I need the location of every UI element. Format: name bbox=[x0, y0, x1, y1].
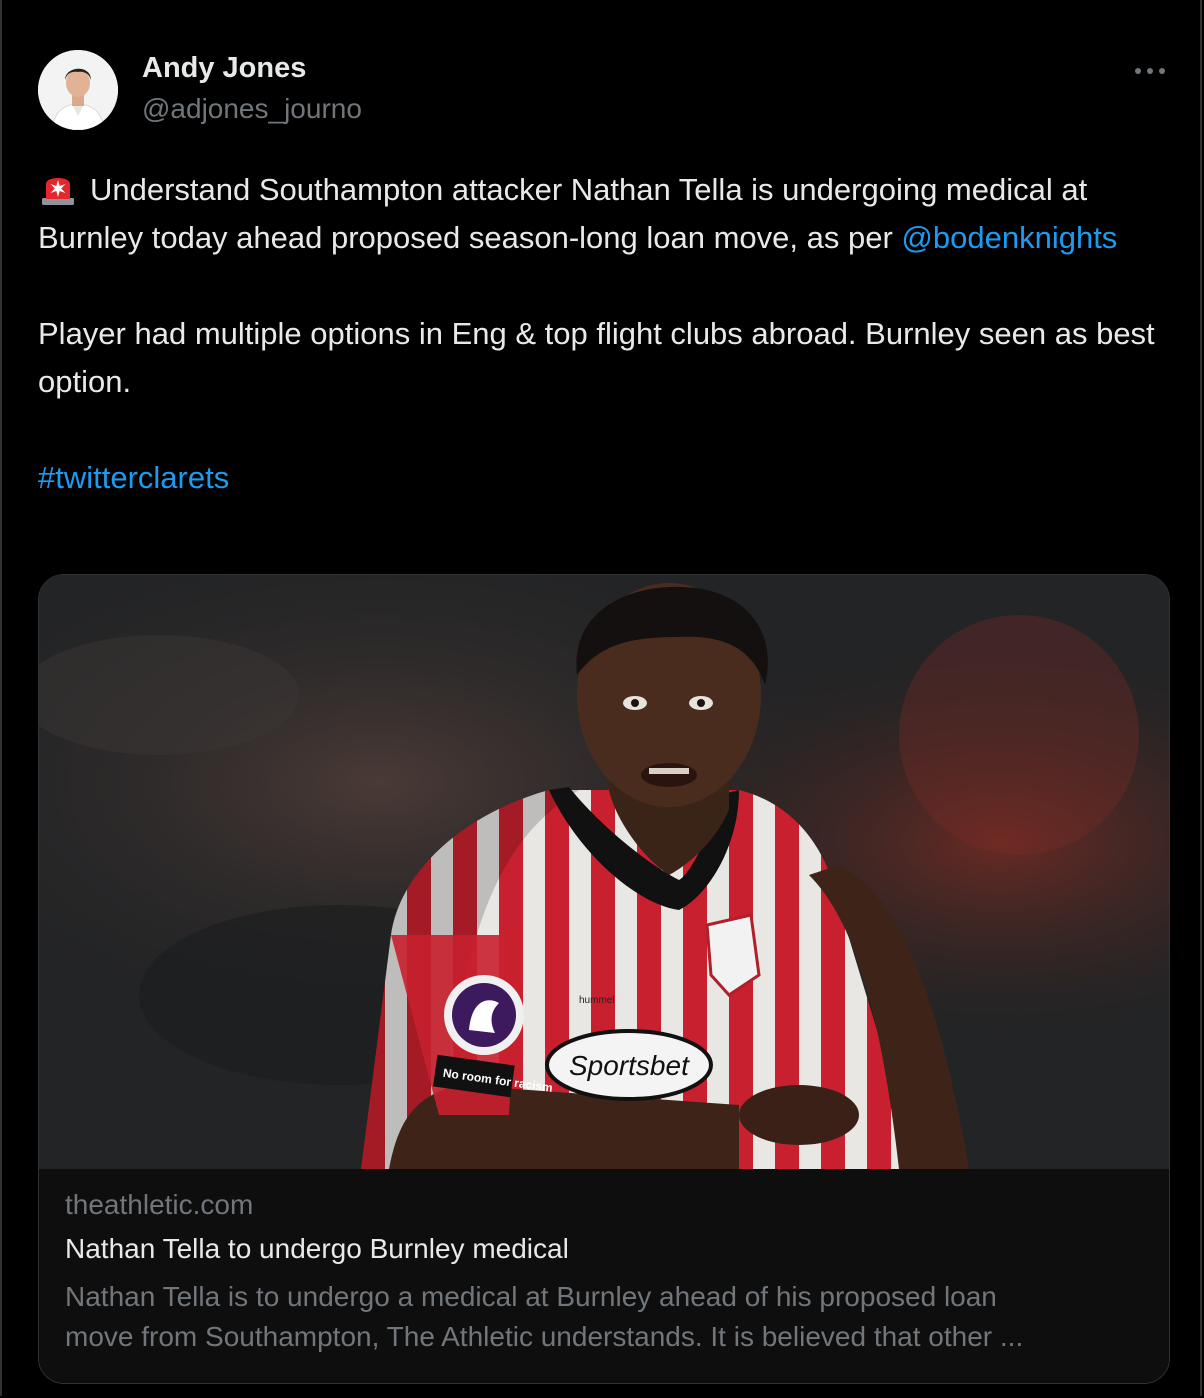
kit-brand-text: hummel bbox=[579, 995, 615, 1006]
author-avatar[interactable] bbox=[38, 50, 118, 130]
author-handle[interactable]: @adjones_journo bbox=[142, 93, 362, 125]
author-name[interactable]: Andy Jones bbox=[142, 52, 306, 85]
article-image[interactable]: No room for racism Sportsbet hummel bbox=[39, 575, 1169, 1169]
avatar-photo bbox=[38, 50, 118, 130]
tweet-paragraph-2: Player had multiple options in Eng & top… bbox=[38, 316, 1155, 399]
mention-link[interactable]: @bodenknights bbox=[901, 220, 1117, 255]
card-description: Nathan Tella is to undergo a medical at … bbox=[65, 1277, 1145, 1357]
sponsor-text: Sportsbet bbox=[569, 1050, 690, 1081]
card-domain: theathletic.com bbox=[65, 1189, 254, 1220]
card-description-line-2: move from Southampton, The Athletic unde… bbox=[65, 1321, 1024, 1352]
card-title[interactable]: Nathan Tella to undergo Burnley medical bbox=[65, 1233, 569, 1265]
tweet-container: Andy Jones @adjones_journo Understand So… bbox=[0, 0, 1202, 1396]
tweet-body: Understand Southampton attacker Nathan T… bbox=[38, 166, 1158, 502]
more-options-button[interactable] bbox=[1130, 56, 1170, 86]
siren-icon bbox=[38, 168, 78, 208]
card-meta: theathletic.com Nathan Tella to undergo … bbox=[39, 1169, 1169, 1383]
more-icon bbox=[1135, 68, 1165, 74]
card-description-line-1: Nathan Tella is to undergo a medical at … bbox=[65, 1281, 997, 1312]
tweet-paragraph-1: Understand Southampton attacker Nathan T… bbox=[38, 166, 1158, 262]
hashtag-link[interactable]: #twitterclarets bbox=[38, 460, 229, 495]
link-preview-card[interactable]: No room for racism Sportsbet hummel thea… bbox=[38, 574, 1170, 1384]
